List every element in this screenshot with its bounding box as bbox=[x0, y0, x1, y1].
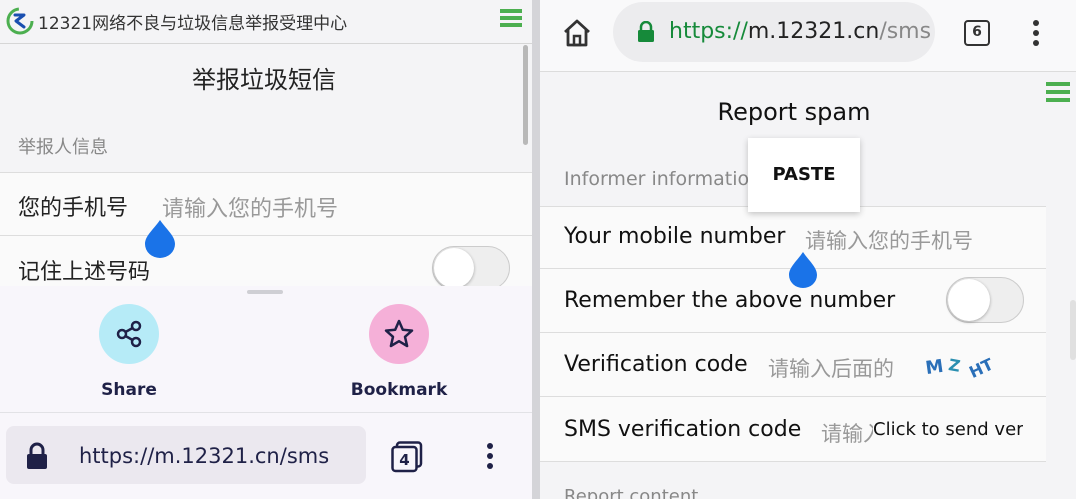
bookmark-label: Bookmark bbox=[350, 380, 448, 400]
menu-icon[interactable] bbox=[500, 9, 522, 27]
site-header: 12321网络不良与垃圾信息举报受理中心 bbox=[0, 0, 532, 44]
lock-icon bbox=[638, 21, 654, 42]
sheet-grip[interactable] bbox=[247, 290, 283, 294]
remember-toggle[interactable] bbox=[946, 277, 1024, 323]
tabs-icon[interactable]: 6 bbox=[964, 20, 990, 46]
logo-icon bbox=[6, 7, 34, 35]
paste-button[interactable]: PASTE bbox=[748, 138, 860, 212]
verification-row: Verification code 请输入后面的 M Z HT bbox=[540, 332, 1046, 396]
share-icon bbox=[116, 320, 142, 348]
bookmark-button[interactable]: Bookmark bbox=[339, 304, 459, 400]
edge-scroll-indicator bbox=[1070, 300, 1076, 360]
sms-input[interactable]: 请输入 bbox=[821, 418, 873, 448]
verification-input[interactable]: 请输入后面的 bbox=[768, 353, 894, 383]
remember-toggle[interactable] bbox=[432, 246, 510, 290]
left-pane: 12321网络不良与垃圾信息举报受理中心 举报垃圾短信 举报人信息 您的手机号 … bbox=[0, 0, 532, 499]
svg-text:M: M bbox=[924, 356, 945, 379]
share-label: Share bbox=[101, 380, 157, 400]
tab-count: 4 bbox=[399, 451, 409, 469]
more-icon[interactable] bbox=[1032, 20, 1040, 46]
page-title: 举报垃圾短信 bbox=[192, 66, 336, 94]
section-label: Informer information bbox=[564, 168, 762, 190]
mobile-input[interactable]: 请输入您的手机号 bbox=[805, 225, 973, 255]
tabs-icon[interactable]: 4 bbox=[391, 441, 423, 473]
omnibox[interactable]: https://m.12321.cn/sms bbox=[613, 2, 935, 62]
home-icon[interactable] bbox=[562, 18, 592, 48]
svg-text:HT: HT bbox=[966, 355, 996, 381]
url-text[interactable]: https://m.12321.cn/sms bbox=[79, 444, 329, 468]
svg-text:Z: Z bbox=[947, 355, 962, 376]
url-text[interactable]: https://m.12321.cn/sms bbox=[669, 19, 931, 44]
phone-input[interactable]: 请输入您的手机号 bbox=[162, 191, 338, 223]
share-button[interactable]: Share bbox=[69, 304, 189, 400]
split-divider[interactable] bbox=[532, 0, 540, 499]
lock-icon bbox=[27, 442, 47, 469]
share-sheet: Share Bookmark bbox=[0, 286, 532, 416]
phone-label: 您的手机号 bbox=[18, 196, 129, 221]
send-code-button[interactable]: Click to send verification code bbox=[873, 419, 1023, 440]
text-handle-icon[interactable] bbox=[787, 250, 819, 288]
page-title: Report spam bbox=[717, 98, 871, 126]
menu-icon[interactable] bbox=[1046, 82, 1070, 104]
verification-label: Verification code bbox=[564, 352, 748, 377]
browser-toolbar: https://m.12321.cn/sms 6 bbox=[540, 0, 1076, 72]
captcha-image[interactable]: M Z HT bbox=[924, 351, 1000, 381]
mobile-label: Your mobile number bbox=[564, 224, 786, 249]
right-pane: https://m.12321.cn/sms 6 Report spam Inf… bbox=[540, 0, 1076, 499]
remember-row: 记住上述号码 bbox=[0, 235, 532, 290]
remember-label: 记住上述号码 bbox=[18, 260, 151, 285]
sms-label: SMS verification code bbox=[564, 417, 802, 442]
sms-row: SMS verification code 请输入 Click to send … bbox=[540, 396, 1046, 462]
bottom-url-bar: https://m.12321.cn/sms 4 bbox=[0, 412, 532, 499]
remember-label: Remember the above number bbox=[564, 288, 896, 313]
report-section-label: Report content bbox=[564, 486, 699, 499]
text-handle-icon[interactable] bbox=[143, 218, 177, 258]
more-icon[interactable] bbox=[486, 443, 494, 469]
star-icon bbox=[384, 319, 414, 348]
phone-row: 您的手机号 请输入您的手机号 bbox=[0, 172, 532, 235]
site-name: 12321网络不良与垃圾信息举报受理中心 bbox=[38, 14, 348, 34]
section-label: 举报人信息 bbox=[18, 137, 108, 158]
